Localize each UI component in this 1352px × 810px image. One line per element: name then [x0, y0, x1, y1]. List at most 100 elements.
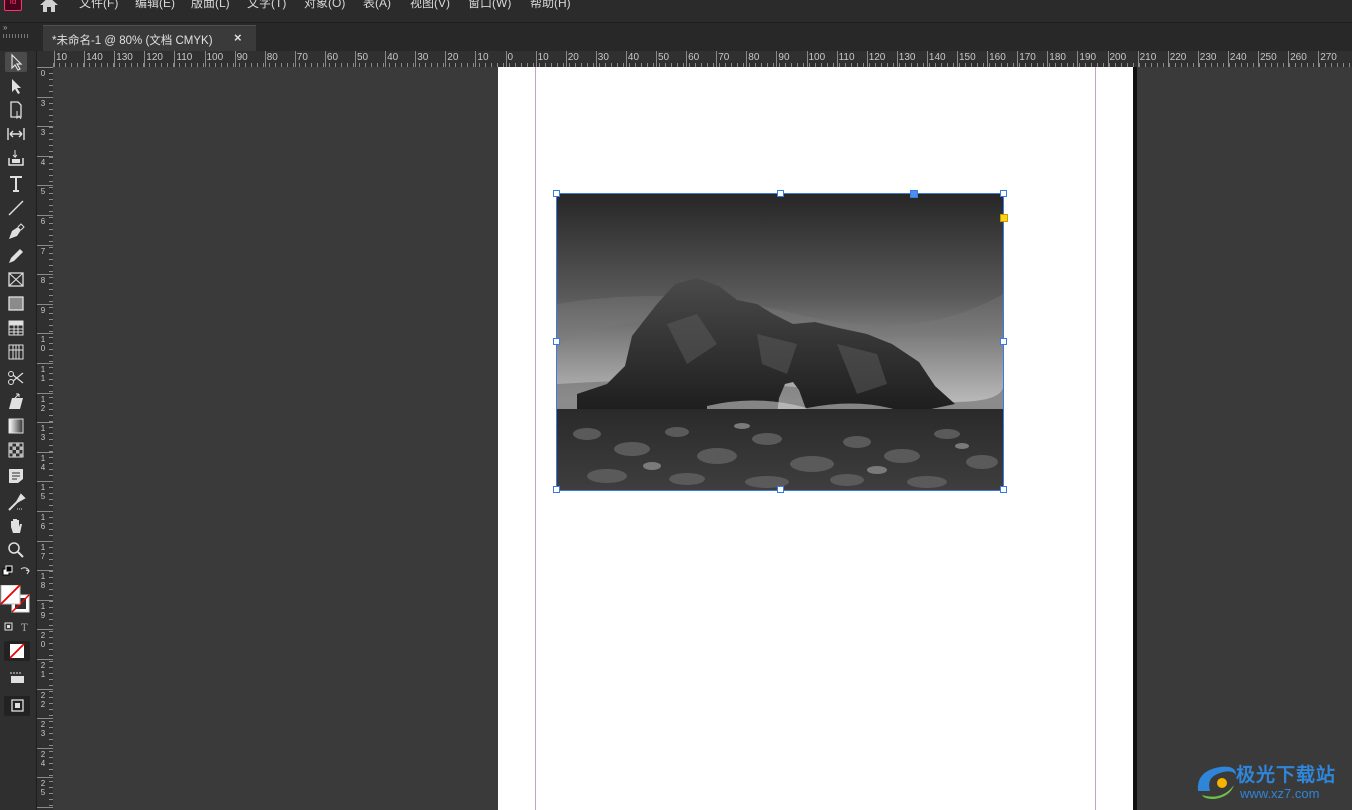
ruler-label: 100: [808, 52, 826, 63]
note-tool[interactable]: [5, 466, 27, 486]
menu-item[interactable]: 版面(L): [191, 0, 230, 11]
ruler-label: 80: [266, 52, 278, 63]
ruler-label: 30: [597, 52, 609, 63]
ruler-tick: [37, 807, 53, 808]
document-tab[interactable]: *未命名-1 @ 80% (文档 CMYK) ×: [43, 25, 256, 52]
menu-item[interactable]: 表(A): [363, 0, 391, 11]
resize-handle-right[interactable]: [1000, 338, 1007, 345]
fill-stroke-swatch[interactable]: [0, 585, 34, 615]
resize-handle-bottom[interactable]: [777, 486, 784, 493]
home-icon[interactable]: [38, 0, 60, 14]
table-column-tool[interactable]: [5, 342, 27, 362]
default-fill-stroke[interactable]: [1, 563, 35, 583]
menu-item[interactable]: 文字(T): [247, 0, 286, 11]
menu-item[interactable]: 窗口(W): [468, 0, 511, 11]
resize-handle-bottom-left[interactable]: [553, 486, 560, 493]
ruler-tick: [1137, 51, 1139, 67]
preview-mode-button[interactable]: [4, 696, 30, 716]
formatting-affects[interactable]: T: [0, 620, 34, 634]
pen-tool-icon: [9, 223, 25, 239]
ruler-tick: [686, 51, 688, 67]
ruler-label: 22: [40, 690, 46, 709]
hand-tool[interactable]: [5, 516, 27, 536]
ruler-tick: [505, 51, 507, 67]
pen-tool[interactable]: [5, 222, 27, 242]
canvas-area[interactable]: [53, 67, 1352, 810]
ruler-label: 12: [40, 394, 46, 413]
preview-mode-icon: [11, 699, 24, 712]
page-tool[interactable]: [5, 100, 27, 120]
ruler-label: 50: [357, 52, 369, 63]
line-tool[interactable]: [5, 198, 27, 218]
resize-handle-bottom-right[interactable]: [1000, 486, 1007, 493]
ruler-label: 60: [688, 52, 700, 63]
ruler-tick: [355, 51, 356, 67]
ruler-tick: [37, 718, 53, 720]
swap-fill-stroke-icon: [2, 565, 30, 576]
content-collector-tool[interactable]: [5, 148, 27, 168]
apply-none-button[interactable]: [4, 641, 30, 661]
horizontal-ruler[interactable]: 10 140 130 120 110 100 90 80 70 60 50 40 30 20 10 0 10 20…: [53, 51, 1352, 68]
corner-options-handle[interactable]: [1000, 214, 1008, 222]
ruler-label: 120: [146, 52, 163, 63]
gradient-feather-icon: [8, 442, 24, 458]
vertical-ruler[interactable]: 0 3 3 4 5 6 7 8 9 10 11 12 13 14 15 16 17 18 19 20 21 22 23 24 2…: [37, 67, 54, 810]
ruler-label: 10: [56, 52, 68, 63]
ruler-label: 16: [40, 513, 46, 531]
ruler-label: 0: [507, 52, 514, 63]
ruler-label: 90: [778, 52, 790, 63]
scissors-tool[interactable]: [5, 368, 27, 388]
ruler-tick: [987, 51, 989, 67]
resize-handle-top-left[interactable]: [553, 190, 560, 197]
rectangle-frame-tool[interactable]: [5, 270, 27, 290]
ruler-tick: [294, 51, 296, 67]
rectangle-tool[interactable]: [5, 294, 27, 314]
ruler-label: 130: [116, 52, 133, 63]
collapse-icon[interactable]: »: [3, 23, 8, 32]
ruler-tick: [415, 51, 417, 67]
ruler-label: 25: [40, 779, 46, 798]
gradient-feather-tool[interactable]: [5, 440, 27, 460]
ruler-label: 190: [1079, 52, 1097, 63]
ruler-tick: [37, 185, 53, 187]
pencil-tool[interactable]: [5, 246, 27, 266]
ruler-label: 100: [206, 52, 224, 63]
ruler-tick: [37, 363, 53, 364]
ruler-tick: [37, 777, 53, 779]
ruler-label: 14: [40, 453, 46, 472]
ruler-tick: [1227, 51, 1229, 67]
content-grabber-handle[interactable]: [910, 190, 918, 198]
placed-photo[interactable]: [557, 194, 1003, 490]
table-tool[interactable]: [5, 318, 27, 338]
ruler-label: 90: [236, 52, 248, 63]
ruler-tick: [957, 51, 958, 67]
watermark-swirl-icon: [1197, 766, 1236, 799]
ruler-label: 230: [1199, 52, 1217, 63]
menu-item[interactable]: 帮助(H): [530, 0, 571, 11]
resize-handle-top-right[interactable]: [1000, 190, 1007, 197]
selection-tool[interactable]: [5, 52, 27, 72]
menu-item[interactable]: 编辑(E): [135, 0, 175, 11]
grip-handle[interactable]: [3, 34, 29, 38]
type-tool[interactable]: [5, 174, 27, 194]
formatting-container-icon: T: [4, 622, 28, 634]
ruler-label: 24: [40, 749, 46, 768]
direct-selection-tool[interactable]: [5, 76, 27, 96]
toolbox-grip[interactable]: »: [0, 23, 36, 41]
zoom-tool[interactable]: [5, 540, 27, 560]
eyedropper-tool[interactable]: [5, 492, 27, 512]
image-frame[interactable]: [553, 190, 1008, 493]
close-icon[interactable]: ×: [234, 30, 242, 45]
ruler-label: 220: [1169, 52, 1187, 63]
resize-handle-top[interactable]: [777, 190, 784, 197]
screen-mode-button[interactable]: [4, 670, 30, 688]
menu-item[interactable]: 视图(V): [410, 0, 450, 11]
menu-item[interactable]: 文件(F): [79, 0, 118, 11]
menu-item[interactable]: 对象(O): [304, 0, 345, 11]
free-transform-tool[interactable]: [5, 392, 27, 412]
gap-tool[interactable]: [5, 124, 27, 144]
resize-handle-left[interactable]: [553, 338, 560, 345]
gradient-swatch-tool[interactable]: [5, 416, 27, 436]
ruler-label: 110: [176, 52, 193, 63]
ruler-origin[interactable]: [37, 51, 54, 68]
